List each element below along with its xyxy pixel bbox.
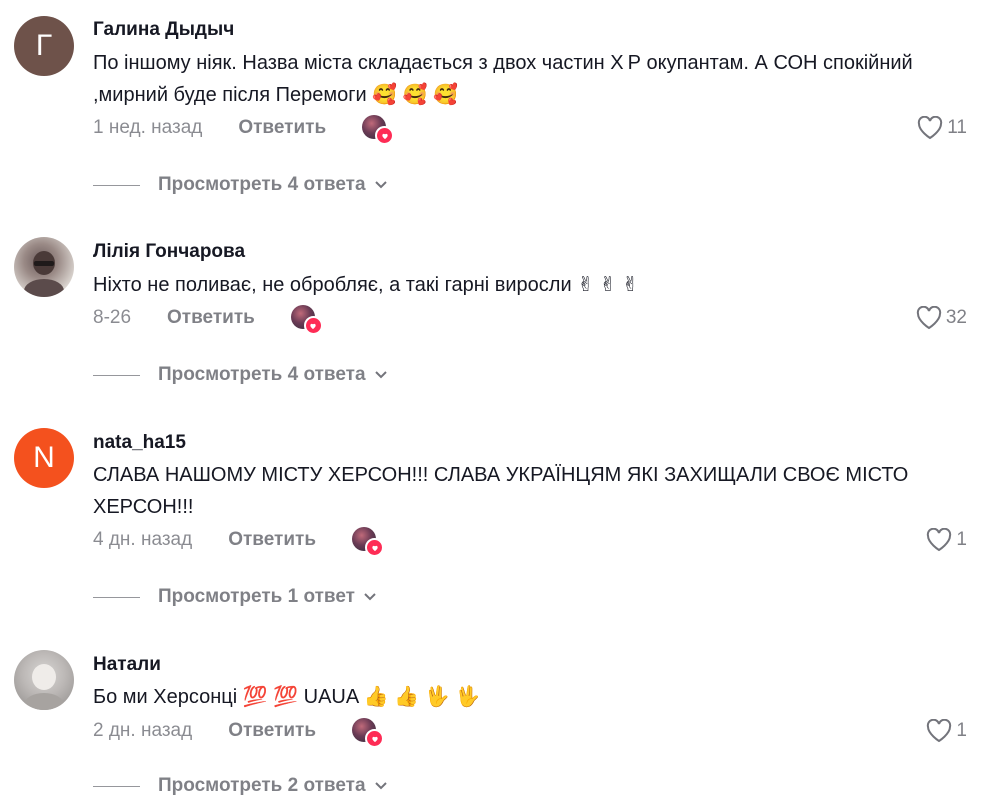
comment-date: 1 нед. назад [93, 117, 203, 138]
like-count: 32 [945, 307, 967, 328]
chevron-down-icon [364, 593, 376, 601]
comment-author[interactable]: Галина Дыдыч [93, 19, 234, 41]
chevron-down-icon [374, 371, 387, 379]
view-replies-label: Просмотреть 4 ответа [158, 174, 366, 195]
view-replies-button[interactable]: Просмотреть 2 ответа [93, 775, 388, 797]
divider [93, 596, 140, 598]
comment-text-line: ХЕРСОН!!! [93, 496, 194, 518]
comment-date: 2 дн. назад [93, 720, 193, 741]
comment-text-line: По іншому ніяк. Назва міста складається … [93, 52, 913, 74]
comment-date: 4 дн. назад [93, 529, 193, 550]
avatar[interactable] [14, 650, 74, 710]
reply-button[interactable]: Ответить [228, 720, 316, 742]
avatar-letter: Г [35, 29, 53, 62]
reply-button[interactable]: Ответить [167, 307, 255, 329]
creator-liked-badge-icon [352, 527, 385, 557]
reply-button[interactable]: Ответить [238, 117, 326, 139]
avatar[interactable]: N [14, 428, 74, 488]
like-count: 11 [947, 117, 967, 138]
comment-text-line: ,мирний буде після Перемоги 🥰 🥰 🥰 [93, 84, 459, 106]
comment-text: Бо ми Херсонці 💯 💯 UAUA 👍 👍 🖖 🖖 [93, 681, 973, 713]
comment-meta: 1 нед. назад Ответить [93, 115, 395, 145]
view-replies-button[interactable]: Просмотреть 4 ответа [93, 174, 388, 196]
comment-date: 8-26 [93, 307, 132, 328]
comment-author[interactable]: Натали [93, 654, 161, 676]
divider [93, 785, 140, 787]
comment-author[interactable]: nata_ha15 [93, 432, 186, 454]
comment-author[interactable]: Лілія Гончарова [93, 241, 245, 263]
like-button[interactable]: 1 [926, 719, 967, 743]
like-button[interactable]: 11 [917, 116, 967, 140]
avatar-letter: N [33, 441, 55, 474]
avatar[interactable]: Г [14, 16, 74, 76]
reply-button[interactable]: Ответить [228, 529, 316, 551]
user-photo-icon [24, 664, 64, 710]
heart-outline-icon [927, 719, 952, 743]
heart-outline-icon [918, 116, 943, 140]
creator-liked-badge-icon [290, 305, 323, 335]
view-replies-label: Просмотреть 2 ответа [158, 775, 366, 796]
comment-text: СЛАВА НАШОМУ МІСТУ ХЕРСОН!!! СЛАВА УКРАЇ… [93, 459, 973, 523]
comment-meta: 8-26 Ответить [93, 305, 323, 335]
chevron-down-icon [374, 181, 387, 189]
like-button[interactable]: 32 [916, 306, 967, 330]
comment-meta: 4 дн. назад Ответить [93, 527, 385, 557]
comment-text: Ніхто не поливає, не обробляє, а такі га… [93, 269, 973, 301]
comment-meta: 2 дн. назад Ответить [93, 718, 385, 748]
comment-text-line: СЛАВА НАШОМУ МІСТУ ХЕРСОН!!! СЛАВА УКРАЇ… [93, 464, 909, 486]
like-button[interactable]: 1 [926, 528, 967, 552]
creator-liked-badge-icon [352, 718, 385, 748]
comment-text-line: Бо ми Херсонці 💯 💯 UAUA 👍 👍 🖖 🖖 [93, 686, 480, 708]
heart-outline-icon [927, 528, 952, 552]
heart-outline-icon [916, 306, 942, 330]
view-replies-button[interactable]: Просмотреть 4 ответа [93, 364, 388, 386]
user-photo-icon [24, 251, 64, 297]
view-replies-button[interactable]: Просмотреть 1 ответ [93, 586, 377, 608]
view-replies-label: Просмотреть 4 ответа [158, 364, 366, 385]
comment-text: По іншому ніяк. Назва міста складається … [93, 47, 973, 111]
view-replies-label: Просмотреть 1 ответ [158, 586, 355, 607]
divider [93, 184, 140, 186]
avatar[interactable] [14, 237, 74, 297]
creator-liked-badge-icon [362, 115, 395, 145]
divider [93, 374, 140, 376]
comment-text-line: Ніхто не поливає, не обробляє, а такі га… [93, 274, 639, 296]
like-count: 1 [956, 529, 967, 550]
like-count: 1 [956, 720, 967, 741]
